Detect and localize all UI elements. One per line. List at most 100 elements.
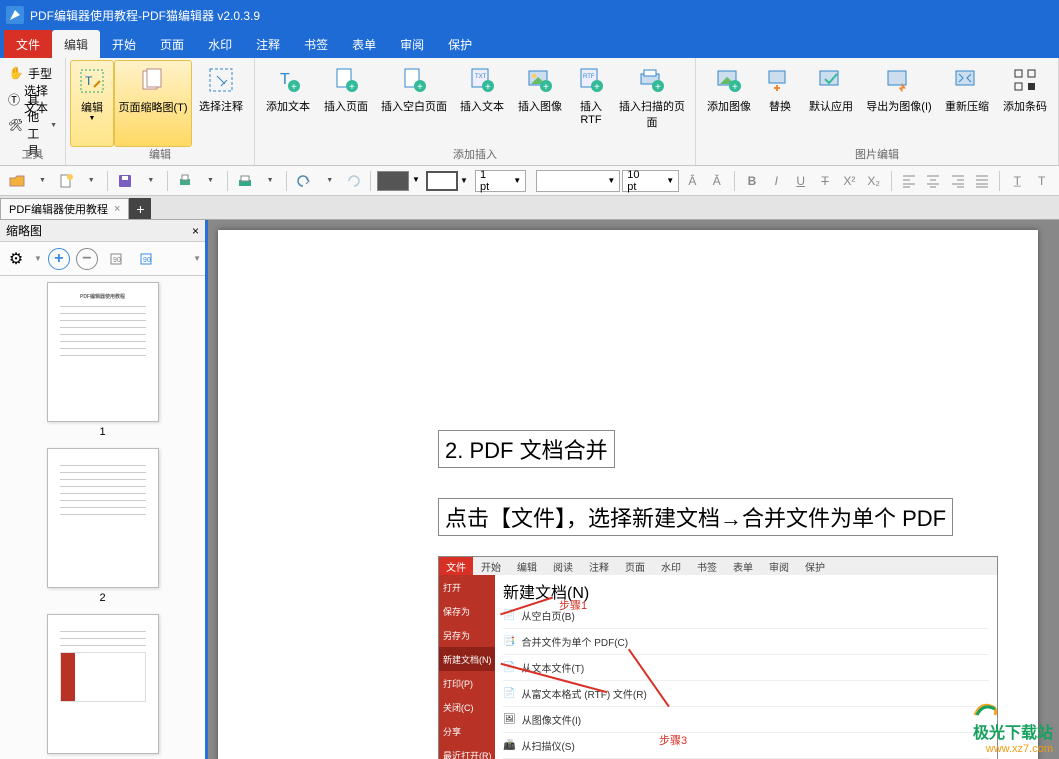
- font-grow-button[interactable]: Â: [681, 169, 703, 193]
- menu-file[interactable]: 文件: [4, 30, 52, 58]
- chevron-down-icon: ▼: [89, 115, 96, 122]
- print-dropdown[interactable]: [198, 169, 220, 193]
- btn-insert-image[interactable]: + 插入图像: [511, 60, 569, 147]
- rotate-right-button[interactable]: 90: [134, 247, 158, 271]
- line-width-select[interactable]: 1 pt▼: [475, 170, 526, 192]
- thumbnail-list[interactable]: PDF编辑器使用教程 1 2 3: [0, 276, 205, 759]
- underline-button[interactable]: U: [790, 169, 812, 193]
- close-tab-icon[interactable]: ×: [114, 203, 120, 215]
- new-button[interactable]: [55, 169, 77, 193]
- step3-label: 步骤3: [659, 732, 687, 748]
- menu-form[interactable]: 表单: [340, 30, 388, 58]
- text-select-icon: Ⓣ: [8, 91, 20, 107]
- btn-recompress[interactable]: 重新压缩: [938, 60, 996, 147]
- quick-toolbar: ▼ ▼ 1 pt▼ ▼ 10 pt▼ Â Ǎ B I U T X² X₂ T̲…: [0, 166, 1059, 196]
- undo-dropdown[interactable]: [318, 169, 340, 193]
- align-left-button[interactable]: [898, 169, 920, 193]
- embed-mi: 开始: [473, 557, 509, 575]
- close-panel-icon[interactable]: ×: [192, 224, 199, 238]
- btn-default-apply[interactable]: 默认应用: [802, 60, 860, 147]
- align-justify-button[interactable]: [971, 169, 993, 193]
- thumb-page-2[interactable]: [47, 448, 159, 588]
- highlight-button[interactable]: T̲: [1006, 169, 1028, 193]
- subscript-button[interactable]: X₂: [863, 169, 885, 193]
- font-select[interactable]: ▼: [536, 170, 621, 192]
- chevron-down-icon[interactable]: ▼: [193, 254, 201, 263]
- btn-insert-rtf[interactable]: RTF+ 插入RTF: [569, 60, 613, 147]
- tool-hand-label: 手型: [28, 65, 52, 82]
- btn-edit[interactable]: T 编辑 ▼: [70, 60, 114, 147]
- scan-button[interactable]: [234, 169, 256, 193]
- save-dropdown[interactable]: [139, 169, 161, 193]
- menu-page[interactable]: 页面: [148, 30, 196, 58]
- btn-export-image[interactable]: 导出为图像(I): [860, 60, 938, 147]
- align-center-button[interactable]: [922, 169, 944, 193]
- fill-color[interactable]: ▼: [377, 171, 409, 191]
- svg-text:+: +: [349, 82, 355, 93]
- menu-annotate[interactable]: 注释: [244, 30, 292, 58]
- menu-review[interactable]: 审阅: [388, 30, 436, 58]
- svg-text:TXT: TXT: [475, 74, 487, 80]
- page-canvas: 2. PDF 文档合并 点击【文件】，选择新建文档→合并文件为单个 PDF 文件…: [218, 230, 1038, 759]
- thumb-item[interactable]: PDF编辑器使用教程 1: [6, 282, 199, 438]
- ribbon-group-insert: T+ 添加文本 + 插入页面 + 插入空白页面 TXT+ 插入文本 + 插入图像…: [255, 58, 696, 165]
- menu-tabs: 文件 编辑 开始 页面 水印 注释 书签 表单 审阅 保护: [0, 30, 1059, 58]
- btn-insert-page[interactable]: + 插入页面: [317, 60, 375, 147]
- stroke-color[interactable]: ▼: [426, 171, 458, 191]
- menu-bookmark[interactable]: 书签: [292, 30, 340, 58]
- open-dropdown[interactable]: [30, 169, 52, 193]
- zoom-out-button[interactable]: −: [76, 248, 98, 270]
- tool-other[interactable]: 🛠 其他工具: [4, 112, 61, 138]
- document-view[interactable]: 2. PDF 文档合并 点击【文件】，选择新建文档→合并文件为单个 PDF 文件…: [208, 220, 1059, 759]
- menu-protect[interactable]: 保护: [436, 30, 484, 58]
- window-title: PDF编辑器使用教程-PDF猫编辑器 v2.0.3.9: [30, 7, 260, 24]
- new-dropdown[interactable]: [79, 169, 101, 193]
- btn-add-text[interactable]: T+ 添加文本: [259, 60, 317, 147]
- thumb-item[interactable]: 3: [6, 614, 199, 759]
- embed-row-fromtext: 📄从文本文件(T): [503, 655, 989, 681]
- svg-text:+: +: [291, 82, 297, 93]
- ribbon-group-edit-label: 编辑: [70, 147, 250, 163]
- strike-button[interactable]: T: [814, 169, 836, 193]
- open-button[interactable]: [6, 169, 28, 193]
- embed-mi: 注释: [581, 557, 617, 575]
- thumb-page-1[interactable]: PDF编辑器使用教程: [47, 282, 159, 422]
- undo-button[interactable]: [293, 169, 315, 193]
- menu-start[interactable]: 开始: [100, 30, 148, 58]
- scan-dropdown[interactable]: [258, 169, 280, 193]
- font-shrink-button[interactable]: Ǎ: [706, 169, 728, 193]
- bold-button[interactable]: B: [741, 169, 763, 193]
- embed-row-fromscan: 📠从扫描仪(S): [503, 733, 989, 759]
- text-color-button[interactable]: T: [1030, 169, 1052, 193]
- menu-watermark[interactable]: 水印: [196, 30, 244, 58]
- thumb-page-3[interactable]: [47, 614, 159, 754]
- superscript-button[interactable]: X²: [838, 169, 860, 193]
- zoom-in-button[interactable]: +: [48, 248, 70, 270]
- embed-mi: 水印: [653, 557, 689, 575]
- btn-add-image[interactable]: + 添加图像: [700, 60, 758, 147]
- btn-add-barcode[interactable]: 添加条码: [996, 60, 1054, 147]
- btn-default-apply-label: 默认应用: [809, 98, 853, 114]
- rotate-left-button[interactable]: 90: [104, 247, 128, 271]
- menu-edit[interactable]: 编辑: [52, 30, 100, 58]
- btn-replace[interactable]: 替换: [758, 60, 802, 147]
- align-right-button[interactable]: [947, 169, 969, 193]
- new-tab-button[interactable]: +: [129, 198, 151, 219]
- gear-icon[interactable]: ⚙: [4, 247, 28, 271]
- thumbnail-header: 缩略图 ×: [0, 220, 205, 242]
- print-button[interactable]: [174, 169, 196, 193]
- italic-button[interactable]: I: [765, 169, 787, 193]
- embed-mi: 审阅: [761, 557, 797, 575]
- btn-insert-text[interactable]: TXT+ 插入文本: [453, 60, 511, 147]
- redo-button[interactable]: [342, 169, 364, 193]
- btn-select-annot[interactable]: 选择注释: [192, 60, 250, 147]
- document-tab[interactable]: PDF编辑器使用教程 ×: [0, 198, 129, 219]
- fontsize-select[interactable]: 10 pt▼: [622, 170, 679, 192]
- thumb-item[interactable]: 2: [6, 448, 199, 604]
- btn-thumbnail[interactable]: 页面缩略图(T): [114, 60, 192, 147]
- btn-insert-scan[interactable]: + 插入扫描的页面: [613, 60, 691, 147]
- btn-insert-blank[interactable]: + 插入空白页面: [375, 60, 453, 147]
- document-tabs: PDF编辑器使用教程 × +: [0, 196, 1059, 220]
- ribbon-group-tools: ✋ 手型 Ⓣ 选择文本 🛠 其他工具 工具: [0, 58, 66, 165]
- save-button[interactable]: [114, 169, 136, 193]
